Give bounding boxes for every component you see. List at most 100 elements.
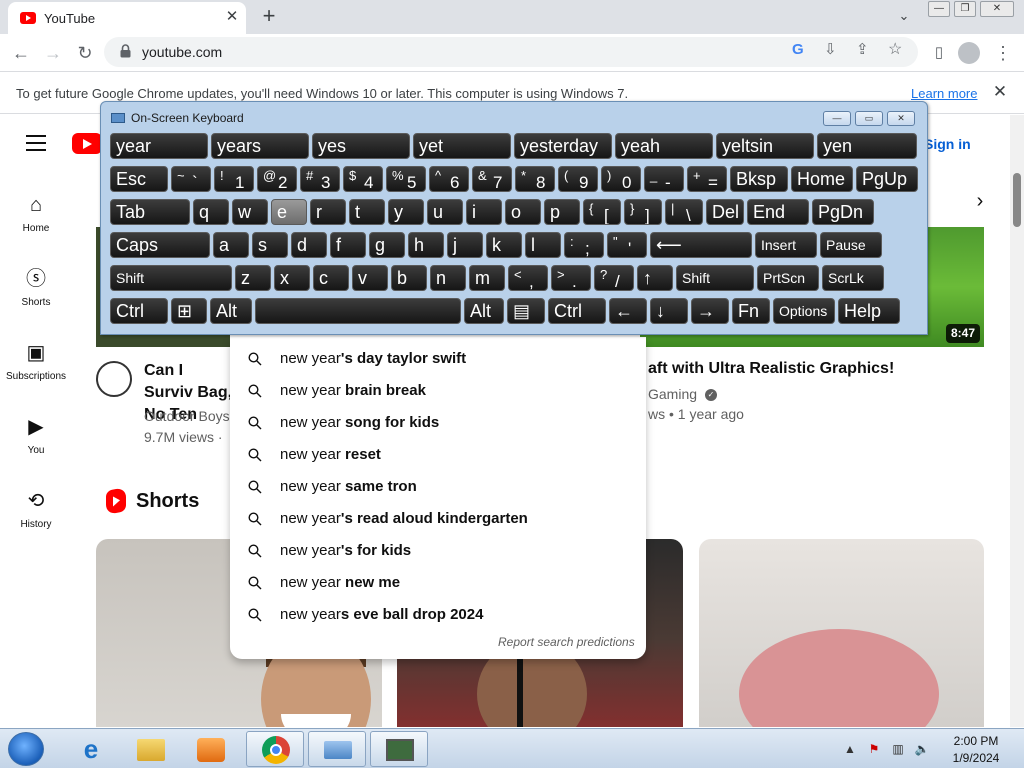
internet-explorer-taskbar-button[interactable]: e: [62, 731, 120, 767]
osk-key[interactable]: o: [505, 199, 541, 225]
chrome-taskbar-button[interactable]: [246, 731, 304, 767]
word-prediction-button[interactable]: yes: [312, 133, 410, 159]
suggestion-item[interactable]: new year reset: [230, 439, 646, 471]
chips-next-chevron-icon[interactable]: ›: [966, 187, 994, 215]
osk-key[interactable]: a: [213, 232, 249, 258]
address-bar[interactable]: youtube.com G ⇩ ⇪ ☆: [104, 37, 918, 67]
osk-key[interactable]: Alt: [464, 298, 504, 324]
osk-key[interactable]: s: [252, 232, 288, 258]
osk-key[interactable]: Fn: [732, 298, 770, 324]
osk-key[interactable]: ↑: [637, 265, 673, 291]
osk-restore-button[interactable]: ▭: [855, 111, 883, 126]
minimize-window-button[interactable]: —: [928, 1, 950, 17]
action-center-flag-icon[interactable]: ⚑: [866, 741, 882, 757]
osk-key[interactable]: Del: [706, 199, 744, 225]
osk-key[interactable]: ^ 6: [429, 166, 469, 192]
suggestion-item[interactable]: new year's for kids: [230, 535, 646, 567]
osk-key[interactable]: x: [274, 265, 310, 291]
learn-more-link[interactable]: Learn more: [911, 86, 977, 101]
osk-key[interactable]: Help: [838, 298, 900, 324]
suggestion-item[interactable]: new year same tron: [230, 471, 646, 503]
osk-key[interactable]: {[: [583, 199, 621, 225]
osk-key[interactable]: $4: [343, 166, 383, 192]
osk-key[interactable]: g: [369, 232, 405, 258]
page-scrollbar[interactable]: [1010, 115, 1024, 727]
osk-key[interactable]: #3: [300, 166, 340, 192]
google-lens-icon[interactable]: G: [792, 41, 804, 58]
osk-key[interactable]: Caps: [110, 232, 210, 258]
osk-key[interactable]: ←: [609, 298, 647, 324]
osk-key[interactable]: m: [469, 265, 505, 291]
osk-key[interactable]: [255, 298, 461, 324]
forward-arrow-icon[interactable]: →: [40, 40, 66, 66]
osk-key[interactable]: ⊞: [171, 298, 207, 324]
osk-key[interactable]: ! 1: [214, 166, 254, 192]
osk-key[interactable]: b: [391, 265, 427, 291]
word-prediction-button[interactable]: yet: [413, 133, 511, 159]
suggestion-item[interactable]: new year brain break: [230, 375, 646, 407]
word-prediction-button[interactable]: years: [211, 133, 309, 159]
youtube-logo-icon[interactable]: [72, 133, 102, 154]
tab-youtube[interactable]: YouTube ✕: [8, 2, 246, 34]
osk-key[interactable]: PgDn: [812, 199, 874, 225]
osk-key[interactable]: ▤: [507, 298, 545, 324]
short-thumbnail[interactable]: [699, 539, 984, 727]
tab-close-icon[interactable]: ✕: [222, 7, 242, 27]
osk-key[interactable]: k: [486, 232, 522, 258]
side-panel-icon[interactable]: ▯: [926, 40, 952, 66]
media-player-taskbar-button[interactable]: [182, 731, 240, 767]
osk-key[interactable]: Ctrl: [548, 298, 606, 324]
osk-key[interactable]: ? /: [594, 265, 634, 291]
osk-key[interactable]: Ctrl: [110, 298, 168, 324]
osk-key[interactable]: ScrLk: [822, 265, 884, 291]
suggestion-item[interactable]: new year new me: [230, 567, 646, 599]
word-prediction-button[interactable]: year: [110, 133, 208, 159]
channel-name[interactable]: Outdoor Boys: [144, 408, 230, 424]
bookmark-star-icon[interactable]: ☆: [888, 39, 902, 59]
file-explorer-taskbar-button[interactable]: [122, 731, 180, 767]
app-taskbar-button[interactable]: [370, 731, 428, 767]
osk-key[interactable]: f: [330, 232, 366, 258]
chrome-menu-icon[interactable]: ⋮: [990, 40, 1016, 66]
osk-key[interactable]: Shift: [110, 265, 232, 291]
show-hidden-icons-icon[interactable]: ▲: [842, 741, 858, 757]
channel-name[interactable]: Gaming: [648, 386, 697, 402]
suggestion-item[interactable]: new year's day taylor swift: [230, 343, 646, 375]
osk-key[interactable]: h: [408, 232, 444, 258]
sidebar-item-shorts[interactable]: ⓢ Shorts: [0, 267, 72, 308]
word-prediction-button[interactable]: yeltsin: [716, 133, 814, 159]
back-arrow-icon[interactable]: ←: [8, 40, 34, 66]
word-prediction-button[interactable]: yen: [817, 133, 917, 159]
osk-key[interactable]: n: [430, 265, 466, 291]
osk-key[interactable]: t: [349, 199, 385, 225]
osk-key[interactable]: PgUp: [856, 166, 918, 192]
osk-key[interactable]: " ': [607, 232, 647, 258]
volume-muted-icon[interactable]: 🔈: [914, 741, 930, 757]
osk-key[interactable]: >.: [551, 265, 591, 291]
osk-close-button[interactable]: ✕: [887, 111, 915, 126]
share-icon[interactable]: ⇪: [856, 40, 869, 58]
osk-key[interactable]: _ -: [644, 166, 684, 192]
new-tab-button[interactable]: +: [256, 5, 282, 29]
sidebar-item-subscriptions[interactable]: ▣ Subscriptions: [0, 341, 72, 382]
sign-in-button[interactable]: Sign in: [924, 129, 984, 159]
osk-key[interactable]: % 5: [386, 166, 426, 192]
osk-key[interactable]: ⟵: [650, 232, 752, 258]
start-button[interactable]: [8, 732, 44, 766]
osk-key[interactable]: v: [352, 265, 388, 291]
osk-key[interactable]: ↓: [650, 298, 688, 324]
clock-date[interactable]: 1/9/2024: [940, 751, 1012, 765]
osk-minimize-button[interactable]: —: [823, 111, 851, 126]
osk-key[interactable]: p: [544, 199, 580, 225]
install-icon[interactable]: ⇩: [824, 40, 837, 58]
osk-key[interactable]: + =: [687, 166, 727, 192]
osk-key[interactable]: Options: [773, 298, 835, 324]
osk-key[interactable]: Insert: [755, 232, 817, 258]
osk-key[interactable]: u: [427, 199, 463, 225]
report-predictions-link[interactable]: Report search predictions: [498, 635, 635, 649]
osk-key[interactable]: Bksp: [730, 166, 788, 192]
sidebar-item-you[interactable]: ▶ You: [0, 415, 72, 456]
word-prediction-button[interactable]: yeah: [615, 133, 713, 159]
osk-key[interactable]: Pause: [820, 232, 882, 258]
osk-key[interactable]: PrtScn: [757, 265, 819, 291]
